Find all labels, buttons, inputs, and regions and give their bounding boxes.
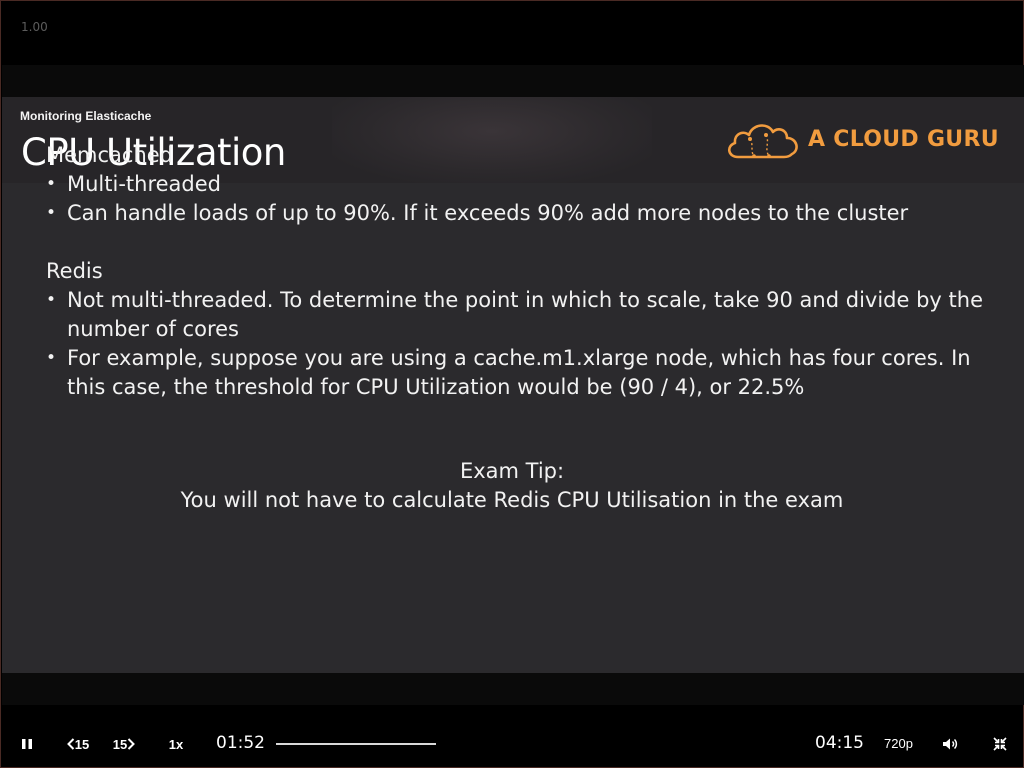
exit-fullscreen-button[interactable] <box>987 721 1013 767</box>
chevron-right-icon <box>128 738 136 750</box>
slide-body: Memcached Multi-threaded Can handle load… <box>46 141 1006 402</box>
quality-button[interactable]: 720p <box>884 736 913 751</box>
memcached-bullet: Multi-threaded <box>46 170 1006 199</box>
memcached-heading: Memcached <box>46 143 174 167</box>
exam-tip-text: You will not have to calculate Redis CPU… <box>180 488 844 512</box>
redis-bullet: For example, suppose you are using a cac… <box>46 344 1006 402</box>
exam-tip: Exam Tip: You will not have to calculate… <box>1 457 1023 515</box>
forward-15-button[interactable]: 15 <box>107 721 141 767</box>
video-player[interactable]: 1.00 Monitoring Elasticache CPU Utilizat… <box>0 0 1024 768</box>
letterbox-bottom <box>2 673 1024 705</box>
forward-15-label: 15 <box>112 736 128 752</box>
playback-rate-readout: 1.00 <box>21 20 48 34</box>
volume-button[interactable] <box>937 721 963 767</box>
letterbox-top <box>2 65 1024 97</box>
pause-button[interactable] <box>13 721 41 767</box>
chevron-left-icon <box>66 738 74 750</box>
rewind-15-button[interactable]: 15 <box>61 721 95 767</box>
pause-icon <box>22 739 32 749</box>
redis-bullet: Not multi-threaded. To determine the poi… <box>46 286 1006 344</box>
exam-tip-heading: Exam Tip: <box>459 459 565 483</box>
speed-button[interactable]: 1x <box>161 721 191 767</box>
section-label: Monitoring Elasticache <box>20 109 152 123</box>
player-controls: 15 15 1x 01:52 04:15 720p <box>1 721 1024 767</box>
exit-fullscreen-icon <box>993 737 1007 751</box>
speed-label: 1x <box>168 736 184 752</box>
volume-icon <box>943 738 958 750</box>
redis-heading: Redis <box>46 259 103 283</box>
elapsed-time: 01:52 <box>216 733 265 753</box>
memcached-bullet: Can handle loads of up to 90%. If it exc… <box>46 199 1006 228</box>
seek-bar[interactable] <box>276 743 436 745</box>
duration-time: 04:15 <box>815 733 864 753</box>
rewind-15-label: 15 <box>74 736 90 752</box>
